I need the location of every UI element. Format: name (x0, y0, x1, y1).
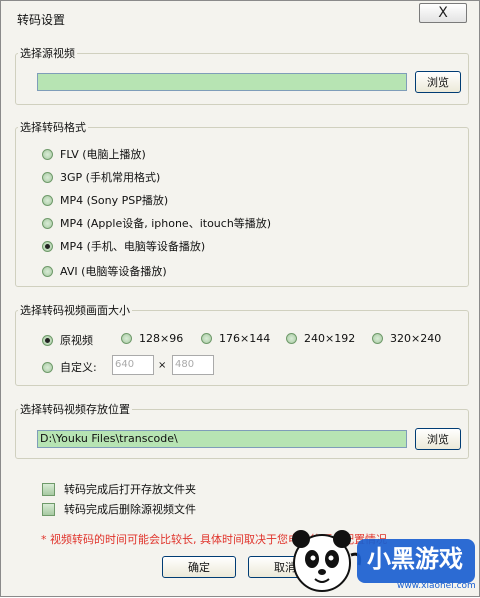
format-option-label: AVI (电脑等设备播放) (60, 265, 167, 278)
output-path-input[interactable]: D:\Youku Files\transcode\ (37, 430, 407, 448)
custom-size-separator: × (158, 360, 167, 371)
radio-icon (42, 217, 53, 229)
format-option-label: MP4 (Sony PSP播放) (60, 194, 169, 207)
radio-checked-icon (42, 334, 53, 346)
format-option-mp4-devices[interactable]: MP4 (手机、电脑等设备播放) (42, 238, 205, 254)
format-option-avi[interactable]: AVI (电脑等设备播放) (42, 263, 167, 279)
size-option-320x240[interactable]: 320×240 (372, 332, 441, 345)
radio-checked-icon (42, 240, 53, 252)
format-option-label: 3GP (手机常用格式) (60, 171, 161, 184)
format-option-3gp[interactable]: 3GP (手机常用格式) (42, 169, 160, 185)
format-legend: 选择转码格式 (20, 121, 86, 134)
custom-height-input[interactable]: 480 (172, 355, 214, 375)
source-path-input[interactable] (37, 73, 407, 91)
close-button[interactable]: X (419, 3, 467, 23)
size-option-label: 320×240 (390, 332, 442, 345)
dialog-title: 转码设置 (17, 13, 66, 27)
radio-icon (42, 171, 53, 183)
size-option-original[interactable]: 原视频 (42, 332, 93, 348)
format-option-label: FLV (电脑上播放) (60, 148, 146, 161)
radio-icon (121, 333, 132, 344)
size-option-label: 240×192 (304, 332, 356, 345)
checkbox-icon (42, 482, 55, 496)
radio-icon (42, 194, 53, 206)
checkbox-label: 转码完成后打开存放文件夹 (64, 483, 196, 496)
format-option-label: MP4 (Apple设备, iphone、itouch等播放) (60, 217, 272, 230)
watermark-url: www.xiaohei.com (397, 581, 476, 591)
size-option-custom[interactable]: 自定义: (42, 359, 97, 375)
format-option-label: MP4 (手机、电脑等设备播放) (60, 240, 206, 253)
custom-width-input[interactable]: 640 (112, 355, 154, 375)
format-option-mp4-apple[interactable]: MP4 (Apple设备, iphone、itouch等播放) (42, 215, 271, 231)
radio-icon (42, 148, 53, 160)
size-option-label: 176×144 (219, 332, 271, 345)
radio-icon (201, 333, 212, 344)
xiaohei-watermark-logo: 小黑游戏 www.xiaohei.com (287, 525, 477, 595)
watermark-brand: 小黑游戏 (367, 545, 463, 573)
size-option-label: 128×96 (139, 332, 184, 345)
source-browse-button[interactable]: 浏览 (415, 71, 461, 93)
transcode-settings-dialog: 转码设置 X 选择源视频 浏览 选择转码格式 FLV (电脑上播放) 3GP (… (0, 0, 480, 597)
delete-source-checkbox[interactable]: 转码完成后删除源视频文件 (42, 501, 196, 517)
format-option-mp4-psp[interactable]: MP4 (Sony PSP播放) (42, 192, 168, 208)
source-video-legend: 选择源视频 (20, 47, 75, 60)
open-folder-checkbox[interactable]: 转码完成后打开存放文件夹 (42, 481, 196, 497)
size-option-label: 原视频 (60, 334, 93, 347)
size-legend: 选择转码视频画面大小 (20, 304, 130, 317)
output-location-legend: 选择转码视频存放位置 (20, 403, 130, 416)
format-option-flv[interactable]: FLV (电脑上播放) (42, 146, 146, 162)
radio-icon (42, 265, 53, 277)
radio-icon (372, 333, 383, 344)
checkbox-label: 转码完成后删除源视频文件 (64, 503, 196, 516)
size-option-240x192[interactable]: 240×192 (286, 332, 355, 345)
output-browse-button[interactable]: 浏览 (415, 428, 461, 450)
size-option-176x144[interactable]: 176×144 (201, 332, 270, 345)
radio-icon (42, 361, 53, 373)
ok-button[interactable]: 确定 (162, 556, 236, 578)
size-option-128x96[interactable]: 128×96 (121, 332, 183, 345)
checkbox-icon (42, 502, 55, 516)
size-option-label: 自定义: (60, 361, 97, 374)
close-icon: X (438, 5, 448, 21)
radio-icon (286, 333, 297, 344)
